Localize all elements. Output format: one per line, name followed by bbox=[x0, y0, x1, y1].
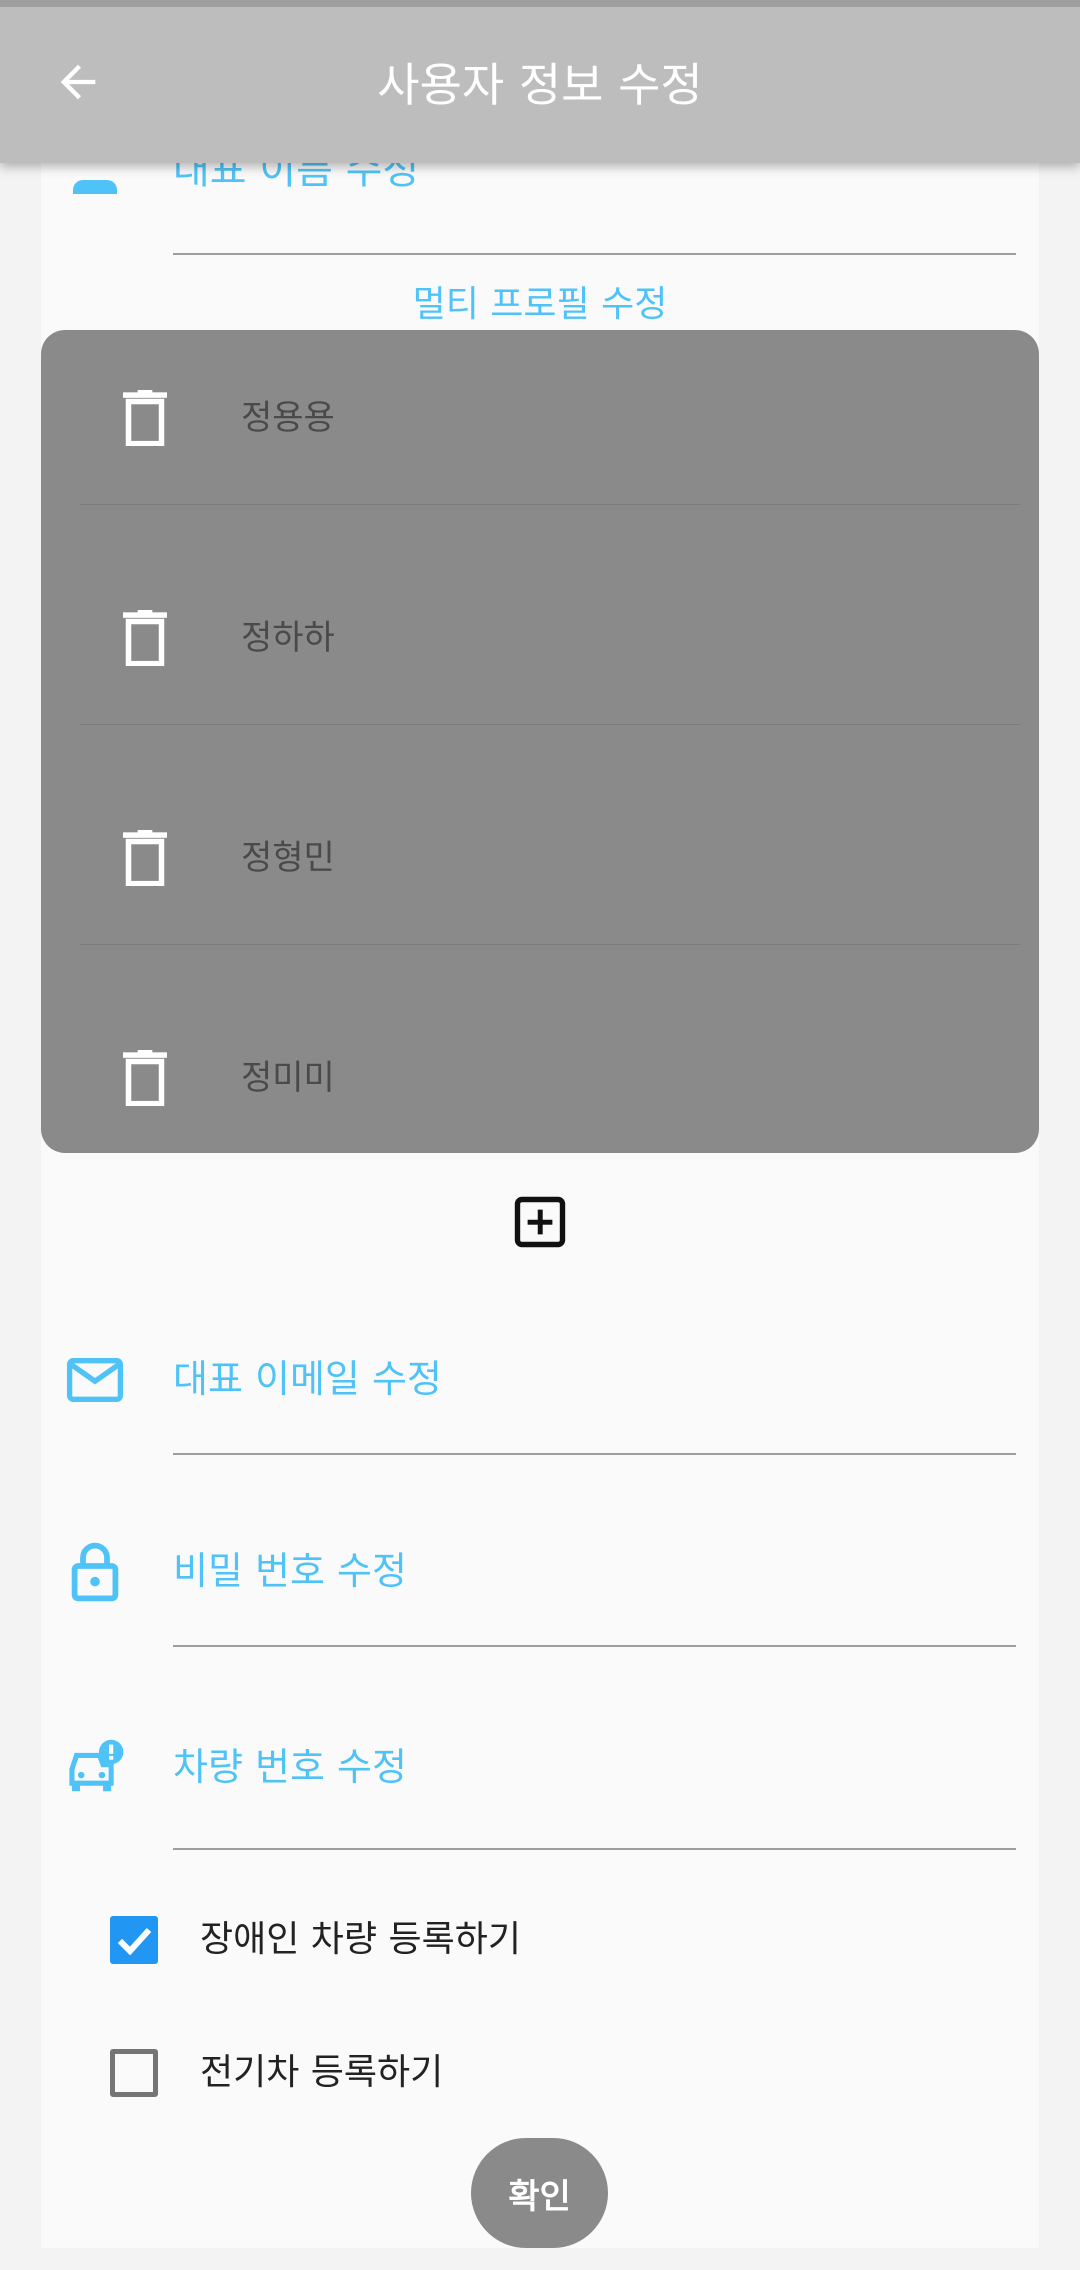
row-divider bbox=[80, 504, 1020, 505]
profile-name[interactable]: 정미미 bbox=[241, 1058, 335, 1098]
profile-row: 정하하 bbox=[41, 550, 1039, 770]
person-icon bbox=[73, 180, 117, 194]
row-divider bbox=[80, 944, 1020, 945]
password-icon-wrap bbox=[63, 1540, 127, 1604]
multi-profile-title: 멀티 프로필 수정 bbox=[412, 284, 668, 325]
car-number-field[interactable]: 차량 번호 수정 bbox=[173, 1742, 407, 1792]
trash-icon[interactable] bbox=[123, 830, 167, 886]
add-profile-button[interactable] bbox=[513, 1195, 567, 1249]
lock-icon bbox=[71, 1542, 119, 1602]
app-bar: 사용자 정보 수정 bbox=[0, 0, 1080, 163]
mail-icon bbox=[66, 1358, 124, 1402]
password-field[interactable]: 비밀 번호 수정 bbox=[173, 1546, 407, 1596]
profile-name[interactable]: 정하하 bbox=[241, 618, 335, 658]
multi-profile-list: 정용용 정하하 정형민 정미미 bbox=[41, 330, 1039, 1153]
checkmark-icon bbox=[117, 1927, 152, 1956]
trash-icon[interactable] bbox=[123, 1050, 167, 1106]
email-field-underline bbox=[173, 1453, 1016, 1455]
trash-icon[interactable] bbox=[123, 390, 167, 446]
disabled-car-checkbox[interactable] bbox=[110, 1916, 158, 1964]
email-field[interactable]: 대표 이메일 수정 bbox=[173, 1354, 442, 1404]
car-alert-icon bbox=[69, 1739, 124, 1792]
email-icon-wrap bbox=[63, 1348, 127, 1412]
profile-name[interactable]: 정형민 bbox=[241, 838, 335, 878]
disabled-car-label[interactable]: 장애인 차량 등록하기 bbox=[200, 1915, 521, 1965]
confirm-button[interactable]: 확인 bbox=[471, 2138, 608, 2248]
profile-row: 정형민 bbox=[41, 770, 1039, 990]
car-icon-wrap bbox=[63, 1735, 127, 1799]
profile-row: 정용용 bbox=[41, 330, 1039, 550]
profile-name[interactable]: 정용용 bbox=[241, 398, 335, 438]
page: 대표 이름 수정 사용자 정보 수정 멀티 프로필 수정 정용용 정하하 정형민… bbox=[0, 0, 1080, 2270]
status-strip bbox=[0, 0, 1080, 7]
row-divider bbox=[80, 724, 1020, 725]
ev-label[interactable]: 전기차 등록하기 bbox=[200, 2048, 443, 2098]
ev-checkbox[interactable] bbox=[110, 2049, 158, 2097]
page-title: 사용자 정보 수정 bbox=[377, 58, 703, 112]
trash-icon[interactable] bbox=[123, 610, 167, 666]
car-field-underline bbox=[173, 1848, 1016, 1850]
name-field-underline bbox=[173, 253, 1016, 255]
password-field-underline bbox=[173, 1645, 1016, 1647]
profile-row: 정미미 bbox=[41, 990, 1039, 1153]
